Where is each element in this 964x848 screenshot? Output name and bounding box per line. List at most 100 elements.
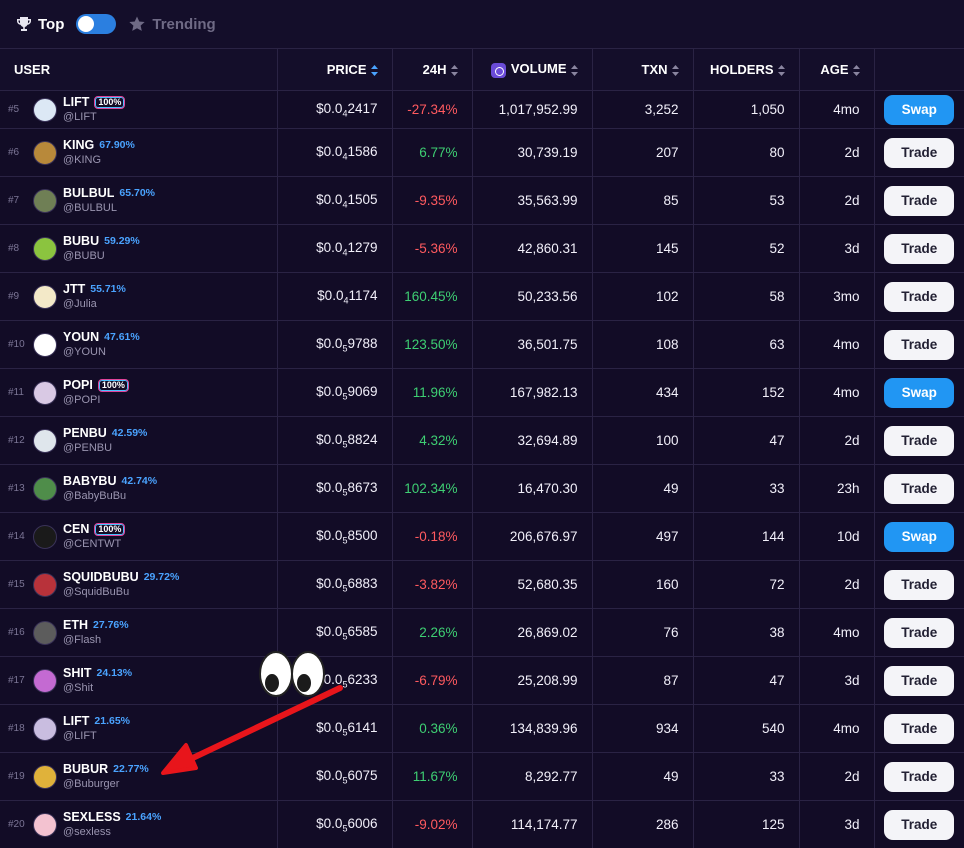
- col-txn[interactable]: TXN: [592, 48, 694, 91]
- token-handle[interactable]: @LIFT: [63, 110, 125, 125]
- token-symbol[interactable]: ETH: [63, 618, 88, 633]
- user-cell[interactable]: #11 POPI 100% @POPI: [0, 368, 278, 417]
- trade-button[interactable]: Trade: [884, 761, 955, 792]
- token-avatar[interactable]: [33, 380, 57, 405]
- token-symbol[interactable]: YOUN: [63, 330, 99, 345]
- table-row[interactable]: #19 BUBUR 22.77% @Buburger $0.056075 11.…: [0, 752, 964, 801]
- token-symbol[interactable]: SHIT: [63, 666, 91, 681]
- user-cell[interactable]: #14 CEN 100% @CENTWT: [0, 512, 278, 561]
- swap-button[interactable]: Swap: [884, 521, 955, 552]
- token-symbol[interactable]: BUBUR: [63, 762, 108, 777]
- col-volume[interactable]: VOLUME: [472, 48, 593, 91]
- table-row[interactable]: #20 SEXLESS 21.64% @sexless $0.056006 -9…: [0, 800, 964, 848]
- token-avatar[interactable]: [33, 764, 57, 789]
- token-avatar[interactable]: [33, 812, 57, 837]
- trade-button[interactable]: Trade: [884, 233, 955, 264]
- table-row[interactable]: #6 KING 67.90% @KING $0.041586 6.77% 30,…: [0, 128, 964, 177]
- table-row[interactable]: #7 BULBUL 65.70% @BULBUL $0.041505 -9.35…: [0, 176, 964, 225]
- user-cell[interactable]: #13 BABYBU 42.74% @BabyBuBu: [0, 464, 278, 513]
- user-cell[interactable]: #17 SHIT 24.13% @Shit: [0, 656, 278, 705]
- top-trending-toggle[interactable]: [76, 14, 117, 34]
- col-24h[interactable]: 24H: [392, 48, 473, 91]
- trade-button[interactable]: Trade: [884, 425, 955, 456]
- table-row[interactable]: #18 LIFT 21.65% @LIFT $0.056141 0.36% 13…: [0, 704, 964, 753]
- table-row[interactable]: #16 ETH 27.76% @Flash $0.056585 2.26% 26…: [0, 608, 964, 657]
- user-cell[interactable]: #10 YOUN 47.61% @YOUN: [0, 320, 278, 369]
- token-symbol[interactable]: LIFT: [63, 95, 89, 110]
- token-handle[interactable]: @POPI: [63, 393, 129, 408]
- token-handle[interactable]: @BabyBuBu: [63, 489, 157, 504]
- col-age[interactable]: AGE: [799, 48, 875, 91]
- col-holders[interactable]: HOLDERS: [693, 48, 800, 91]
- token-avatar[interactable]: [33, 428, 57, 453]
- user-cell[interactable]: #5 LIFT 100% @LIFT: [0, 90, 278, 129]
- token-symbol[interactable]: POPI: [63, 378, 93, 393]
- token-avatar[interactable]: [33, 188, 57, 213]
- token-symbol[interactable]: BUBU: [63, 234, 99, 249]
- trade-button[interactable]: Trade: [884, 329, 955, 360]
- user-cell[interactable]: #15 SQUIDBUBU 29.72% @SquidBuBu: [0, 560, 278, 609]
- token-avatar[interactable]: [33, 668, 57, 693]
- trade-button[interactable]: Trade: [884, 473, 955, 504]
- token-avatar[interactable]: [33, 332, 57, 357]
- token-handle[interactable]: @Buburger: [63, 777, 149, 792]
- trending-label[interactable]: Trending: [152, 16, 215, 33]
- trade-button[interactable]: Trade: [884, 137, 955, 168]
- token-avatar[interactable]: [33, 284, 57, 309]
- table-row[interactable]: #13 BABYBU 42.74% @BabyBuBu $0.058673 10…: [0, 464, 964, 513]
- token-avatar[interactable]: [33, 572, 57, 597]
- trade-button[interactable]: Trade: [884, 185, 955, 216]
- user-cell[interactable]: #16 ETH 27.76% @Flash: [0, 608, 278, 657]
- table-row[interactable]: #8 BUBU 59.29% @BUBU $0.041279 -5.36% 42…: [0, 224, 964, 273]
- token-handle[interactable]: @Shit: [63, 681, 132, 696]
- table-row[interactable]: #5 LIFT 100% @LIFT $0.042417 -27.34% 1,0…: [0, 90, 964, 129]
- user-cell[interactable]: #18 LIFT 21.65% @LIFT: [0, 704, 278, 753]
- token-handle[interactable]: @LIFT: [63, 729, 130, 744]
- token-avatar[interactable]: [33, 140, 57, 165]
- col-price[interactable]: PRICE: [277, 48, 393, 91]
- swap-button[interactable]: Swap: [884, 94, 955, 125]
- table-row[interactable]: #12 PENBU 42.59% @PENBU $0.058824 4.32% …: [0, 416, 964, 465]
- user-cell[interactable]: #9 JTT 55.71% @Julia: [0, 272, 278, 321]
- token-symbol[interactable]: PENBU: [63, 426, 107, 441]
- user-cell[interactable]: #7 BULBUL 65.70% @BULBUL: [0, 176, 278, 225]
- token-handle[interactable]: @SquidBuBu: [63, 585, 179, 600]
- top-label[interactable]: Top: [38, 16, 64, 33]
- token-avatar[interactable]: [33, 476, 57, 501]
- table-row[interactable]: #17 SHIT 24.13% @Shit $0.056233 -6.79% 2…: [0, 656, 964, 705]
- token-symbol[interactable]: KING: [63, 138, 94, 153]
- token-handle[interactable]: @Julia: [63, 297, 126, 312]
- table-row[interactable]: #14 CEN 100% @CENTWT $0.058500 -0.18% 20…: [0, 512, 964, 561]
- token-avatar[interactable]: [33, 97, 57, 122]
- token-avatar[interactable]: [33, 716, 57, 741]
- trade-button[interactable]: Trade: [884, 281, 955, 312]
- token-avatar[interactable]: [33, 236, 57, 261]
- trade-button[interactable]: Trade: [884, 569, 955, 600]
- token-handle[interactable]: @KING: [63, 153, 135, 168]
- table-row[interactable]: #9 JTT 55.71% @Julia $0.041174 160.45% 5…: [0, 272, 964, 321]
- table-row[interactable]: #15 SQUIDBUBU 29.72% @SquidBuBu $0.05688…: [0, 560, 964, 609]
- trade-button[interactable]: Trade: [884, 809, 955, 840]
- user-cell[interactable]: #19 BUBUR 22.77% @Buburger: [0, 752, 278, 801]
- token-symbol[interactable]: SQUIDBUBU: [63, 570, 139, 585]
- token-handle[interactable]: @sexless: [63, 825, 161, 840]
- token-handle[interactable]: @PENBU: [63, 441, 147, 456]
- token-symbol[interactable]: BULBUL: [63, 186, 114, 201]
- token-symbol[interactable]: BABYBU: [63, 474, 116, 489]
- token-handle[interactable]: @BULBUL: [63, 201, 155, 216]
- trade-button[interactable]: Trade: [884, 617, 955, 648]
- token-symbol[interactable]: SEXLESS: [63, 810, 121, 825]
- user-cell[interactable]: #8 BUBU 59.29% @BUBU: [0, 224, 278, 273]
- swap-button[interactable]: Swap: [884, 377, 955, 408]
- table-row[interactable]: #11 POPI 100% @POPI $0.059069 11.96% 167…: [0, 368, 964, 417]
- token-handle[interactable]: @BUBU: [63, 249, 140, 264]
- user-cell[interactable]: #20 SEXLESS 21.64% @sexless: [0, 800, 278, 848]
- token-symbol[interactable]: CEN: [63, 522, 89, 537]
- user-cell[interactable]: #12 PENBU 42.59% @PENBU: [0, 416, 278, 465]
- token-handle[interactable]: @CENTWT: [63, 537, 125, 552]
- trade-button[interactable]: Trade: [884, 713, 955, 744]
- token-avatar[interactable]: [33, 620, 57, 645]
- user-cell[interactable]: #6 KING 67.90% @KING: [0, 128, 278, 177]
- token-avatar[interactable]: [33, 524, 57, 549]
- token-symbol[interactable]: JTT: [63, 282, 85, 297]
